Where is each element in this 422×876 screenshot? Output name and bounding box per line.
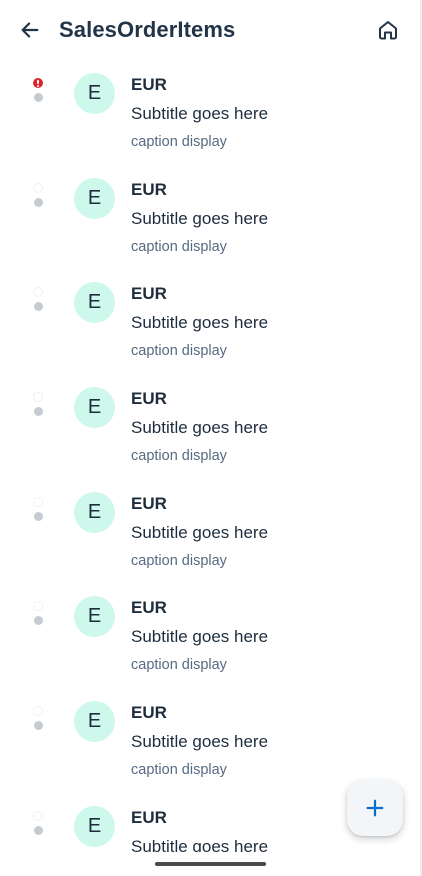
status-indicator <box>31 182 45 207</box>
status-placeholder-icon <box>33 706 43 717</box>
item-title: EUR <box>131 493 167 513</box>
list-item[interactable]: E EUR Subtitle goes here caption display <box>0 380 422 485</box>
item-title: EUR <box>131 389 167 409</box>
item-caption: caption display <box>131 134 227 150</box>
list-item[interactable]: E EUR Subtitle goes here caption display <box>0 589 422 694</box>
status-placeholder-icon <box>33 810 43 821</box>
status-dot-icon <box>33 511 43 521</box>
status-dot-icon <box>33 93 43 102</box>
item-subtitle: Subtitle goes here <box>131 418 269 438</box>
item-title: EUR <box>131 75 167 94</box>
avatar: E <box>74 701 115 743</box>
avatar: E <box>74 491 115 533</box>
item-title: EUR <box>131 179 167 199</box>
item-caption: caption display <box>131 762 227 779</box>
item-caption: caption display <box>131 448 227 465</box>
item-subtitle: Subtitle goes here <box>131 104 269 123</box>
status-indicator <box>31 287 45 312</box>
app-bar: SalesOrderItems <box>0 0 422 60</box>
status-indicator <box>31 496 45 521</box>
status-dot-icon <box>33 825 43 835</box>
item-subtitle: Subtitle goes here <box>131 732 269 752</box>
status-indicator <box>31 706 45 731</box>
status-indicator <box>31 601 45 626</box>
status-indicator <box>31 392 45 417</box>
status-dot-icon <box>33 616 43 626</box>
item-subtitle: Subtitle goes here <box>131 627 269 647</box>
home-icon <box>379 21 397 40</box>
list-item[interactable]: E EUR Subtitle goes here caption display <box>0 485 422 590</box>
status-dot-icon <box>33 197 43 207</box>
back-button[interactable] <box>12 12 48 48</box>
item-title: EUR <box>131 284 167 304</box>
error-icon <box>33 78 43 88</box>
sales-order-items-list: E EUR Subtitle goes here caption display E EU… <box>0 66 422 876</box>
list-item[interactable]: E EUR Subtitle goes here caption display <box>0 171 422 276</box>
item-title: EUR <box>131 703 167 723</box>
status-dot-icon <box>33 721 43 731</box>
avatar: E <box>74 282 115 324</box>
add-item-button[interactable] <box>347 780 403 836</box>
status-indicator <box>31 810 45 835</box>
screen: SalesOrderItems E EUR Subtitle goes here ca… <box>0 0 422 876</box>
status-indicator <box>31 78 45 102</box>
avatar: E <box>74 73 115 114</box>
item-title: EUR <box>131 598 167 618</box>
home-button[interactable] <box>370 12 406 48</box>
status-dot-icon <box>33 407 43 417</box>
status-placeholder-icon <box>33 496 43 507</box>
item-subtitle: Subtitle goes here <box>131 313 269 333</box>
avatar: E <box>74 387 115 429</box>
item-caption: caption display <box>131 238 227 255</box>
avatar: E <box>74 596 115 638</box>
avatar: E <box>74 177 115 219</box>
status-placeholder-icon <box>33 287 43 298</box>
item-subtitle: Subtitle goes here <box>131 522 269 542</box>
status-placeholder-icon <box>33 601 43 612</box>
item-caption: caption display <box>131 657 227 674</box>
avatar: E <box>74 805 115 847</box>
list-item[interactable]: E EUR Subtitle goes here caption display <box>0 275 422 380</box>
page-title: SalesOrderItems <box>59 17 236 42</box>
list-item[interactable]: E EUR Subtitle goes here caption display <box>0 66 422 171</box>
status-placeholder-icon <box>33 182 43 193</box>
status-dot-icon <box>33 302 43 312</box>
arrow-left-icon <box>21 22 39 38</box>
item-caption: caption display <box>131 343 227 360</box>
item-caption: caption display <box>131 552 227 569</box>
gesture-navigation-bar[interactable] <box>155 862 266 866</box>
status-placeholder-icon <box>33 392 43 403</box>
item-subtitle: Subtitle goes here <box>131 208 269 228</box>
plus-icon <box>366 799 384 817</box>
item-title: EUR <box>131 807 167 827</box>
